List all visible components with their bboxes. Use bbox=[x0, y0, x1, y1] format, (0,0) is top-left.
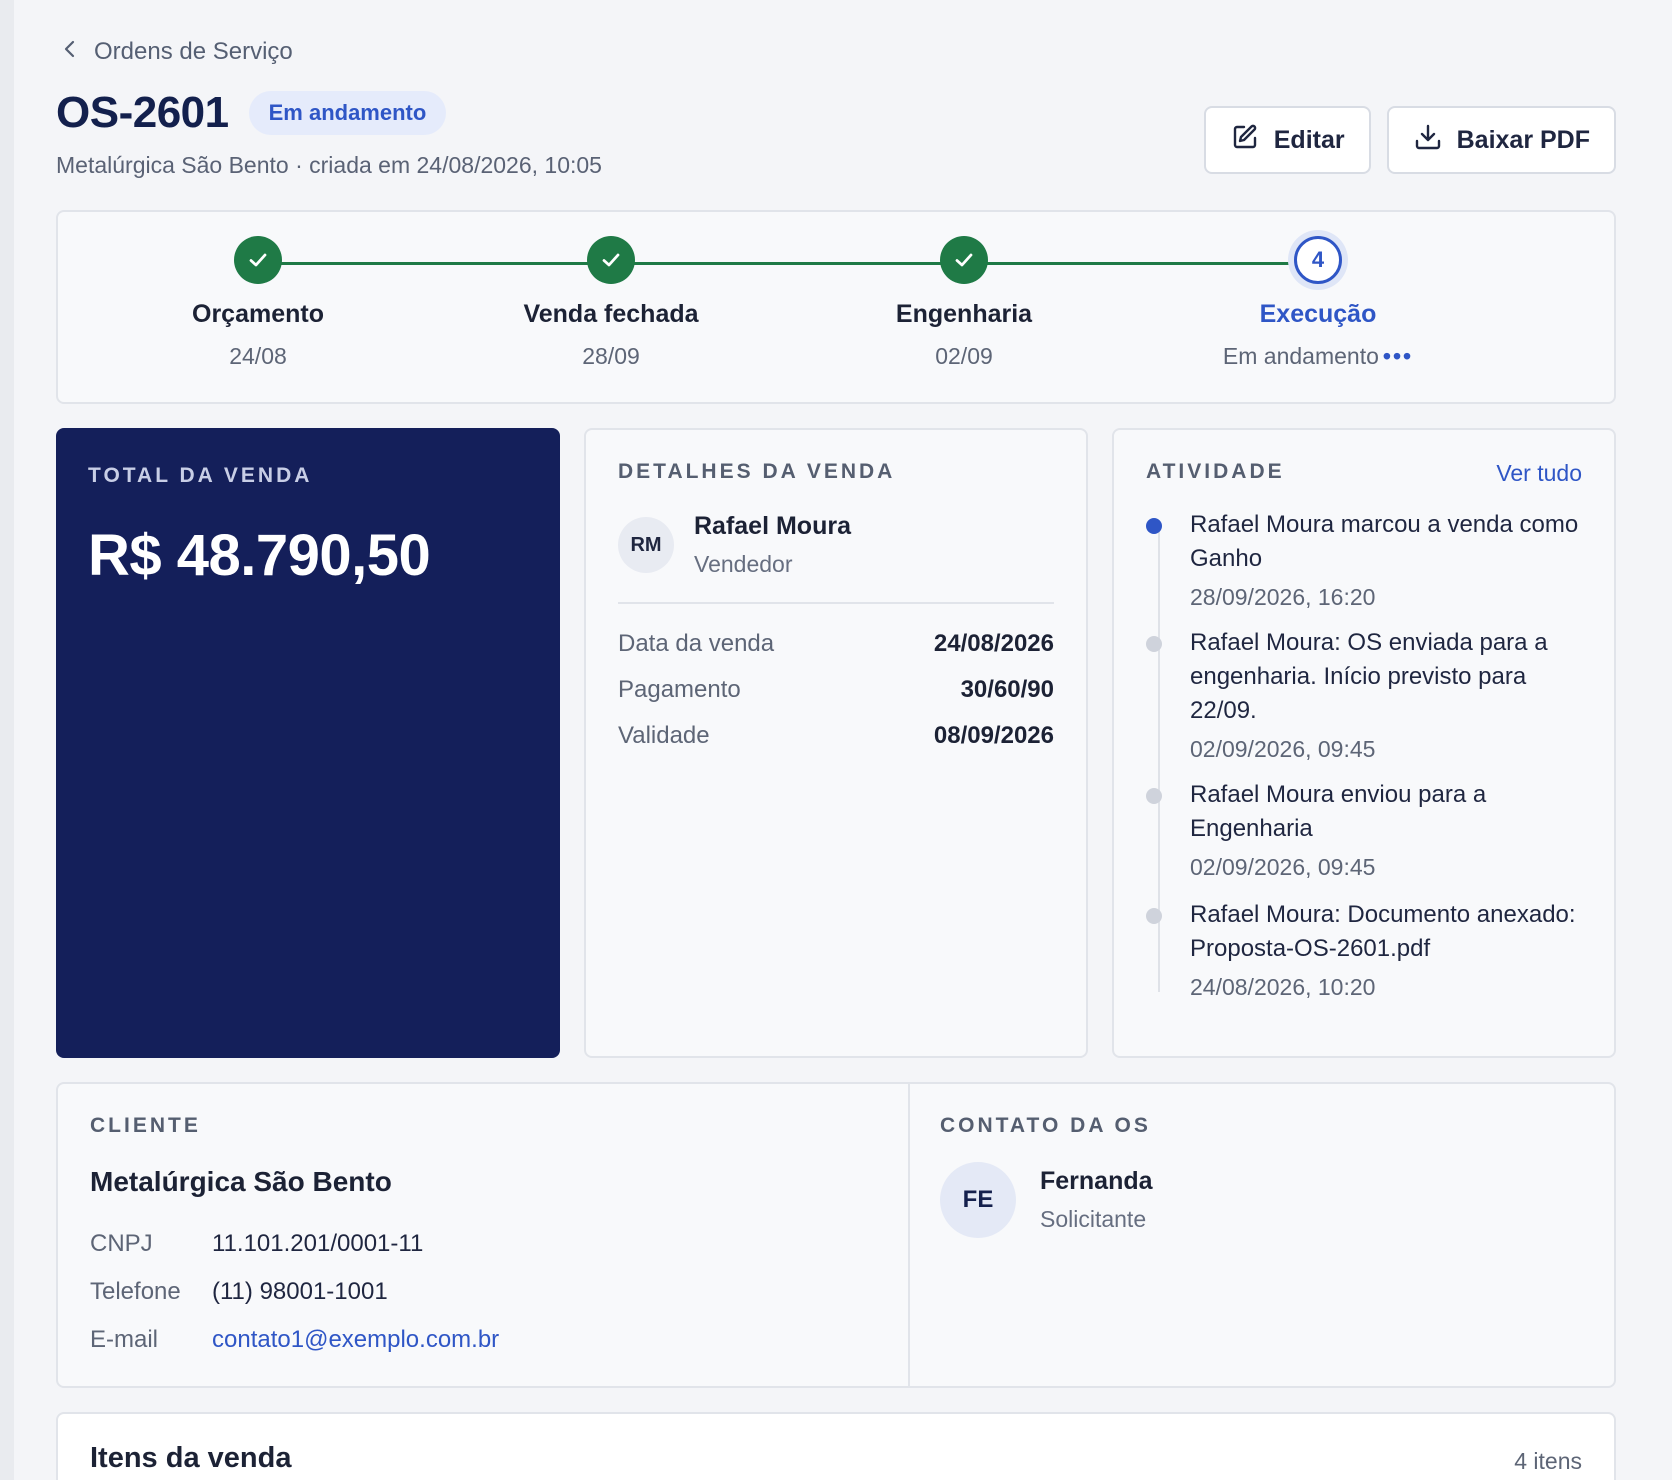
header-actions: Editar Baixar PDF bbox=[1203, 106, 1616, 174]
detail-row: Pagamento 30/60/90 bbox=[618, 676, 1054, 704]
edit-button-label: Editar bbox=[1273, 125, 1345, 154]
contact-name: Fernanda bbox=[1040, 1167, 1153, 1195]
status-badge: Em andamento bbox=[248, 91, 447, 135]
left-strip bbox=[0, 0, 14, 1480]
client-card: CLIENTE Metalúrgica São Bento CNPJ 11.10… bbox=[56, 1082, 1616, 1388]
page-title: OS-2601 bbox=[56, 88, 229, 137]
activity-item: Rafael Moura enviou para a Engenharia 02… bbox=[1146, 778, 1582, 881]
contact: FE Fernanda Solicitante bbox=[940, 1162, 1153, 1238]
check-icon bbox=[234, 236, 282, 284]
see-all-link[interactable]: Ver tudo bbox=[1496, 460, 1582, 487]
detail-key: Validade bbox=[618, 722, 710, 749]
activity-text: Rafael Moura enviou para a Engenharia bbox=[1190, 781, 1487, 842]
edit-button[interactable]: Editar bbox=[1203, 106, 1371, 174]
client-key: Telefone bbox=[90, 1278, 181, 1305]
section-label: ATIVIDADE bbox=[1146, 460, 1285, 483]
activity-item: Rafael Moura: Documento anexado: Propost… bbox=[1146, 898, 1582, 1001]
activity-item: Rafael Moura marcou a venda como Ganho 2… bbox=[1146, 508, 1582, 611]
client-value: (11) 98001-1001 bbox=[212, 1278, 388, 1305]
client-row: CNPJ 11.101.201/0001-11 bbox=[90, 1230, 423, 1258]
step-label: Engenharia bbox=[895, 300, 1033, 328]
breadcrumb-label: Ordens de Serviço bbox=[94, 38, 293, 65]
sale-details-card: DETALHES DA VENDA RM Rafael Moura Vended… bbox=[584, 428, 1088, 1058]
step-date: 24/08 bbox=[229, 343, 287, 369]
timeline-dot bbox=[1146, 518, 1162, 534]
section-label: CLIENTE bbox=[90, 1114, 201, 1137]
activity-time: 02/09/2026, 09:45 bbox=[1190, 736, 1376, 762]
activity-time: 02/09/2026, 09:45 bbox=[1190, 854, 1376, 880]
section-label: DETALHES DA VENDA bbox=[618, 460, 896, 483]
check-icon bbox=[587, 236, 635, 284]
step-label: Venda fechada bbox=[523, 300, 699, 328]
client-key: CNPJ bbox=[90, 1230, 153, 1257]
timeline-dot bbox=[1146, 788, 1162, 804]
download-pdf-button[interactable]: Baixar PDF bbox=[1386, 106, 1616, 174]
step-date: Em andamento bbox=[1222, 343, 1379, 369]
total-label: TOTAL DA VENDA bbox=[88, 464, 313, 487]
page-subtitle: Metalúrgica São Bento · criada em 24/08/… bbox=[56, 152, 602, 178]
activity-card: ATIVIDADE Ver tudo Rafael Moura marcou a… bbox=[1112, 428, 1616, 1058]
seller-name: Rafael Moura bbox=[694, 512, 851, 540]
detail-value: 08/09/2026 bbox=[933, 722, 1054, 749]
client-key: E-mail bbox=[90, 1326, 159, 1353]
detail-row: Data da venda 24/08/2026 bbox=[618, 630, 1054, 658]
step-engenharia: Engenharia 02/09 bbox=[814, 236, 1114, 370]
total-card: TOTAL DA VENDA R$ 48.790,50 bbox=[56, 428, 560, 1058]
step-execucao: 4 Execução Em andamento ••• bbox=[1168, 236, 1468, 370]
client-name: Metalúrgica São Bento bbox=[90, 1166, 392, 1197]
divider bbox=[618, 602, 1054, 604]
detail-row: Validade 08/09/2026 bbox=[618, 722, 1054, 750]
activity-text: Rafael Moura marcou a venda como Ganho bbox=[1190, 511, 1579, 572]
email-link[interactable]: contato1@exemplo.com.br bbox=[212, 1326, 499, 1354]
client-value: 11.101.201/0001-11 bbox=[212, 1230, 424, 1257]
contact-role: Solicitante bbox=[1040, 1206, 1147, 1232]
detail-value: 30/60/90 bbox=[960, 676, 1054, 703]
title-row: OS-2601 Em andamento bbox=[56, 88, 447, 138]
step-number: 4 bbox=[1294, 236, 1342, 284]
detail-key: Data da venda bbox=[618, 630, 775, 657]
items-card: Itens da venda 4 itens bbox=[56, 1412, 1616, 1480]
detail-key: Pagamento bbox=[618, 676, 741, 703]
activity-time: 28/09/2026, 16:20 bbox=[1190, 584, 1376, 610]
step-date-row: Em andamento ••• bbox=[1168, 343, 1468, 370]
step-label: Orçamento bbox=[192, 300, 324, 328]
avatar: RM bbox=[618, 517, 674, 573]
edit-icon bbox=[1230, 122, 1260, 159]
activity-text: Rafael Moura: Documento anexado: Propost… bbox=[1190, 901, 1576, 962]
section-label: CONTATO DA OS bbox=[940, 1114, 1151, 1137]
timeline-dot bbox=[1146, 908, 1162, 924]
client-row: E-mail contato1@exemplo.com.br bbox=[90, 1326, 499, 1354]
download-icon bbox=[1413, 122, 1443, 159]
progress-stepper: Orçamento 24/08 Venda fechada 28/09 Enge… bbox=[56, 210, 1616, 404]
total-value: R$ 48.790,50 bbox=[88, 523, 431, 588]
timeline-dot bbox=[1146, 636, 1162, 652]
chevron-left-icon bbox=[60, 38, 80, 66]
activity-text: Rafael Moura: OS enviada para a engenhar… bbox=[1190, 629, 1548, 724]
stepper-line bbox=[258, 262, 1318, 265]
avatar: FE bbox=[940, 1162, 1016, 1238]
step-label: Execução bbox=[1259, 300, 1377, 328]
items-count: 4 itens bbox=[1514, 1448, 1582, 1474]
check-icon bbox=[940, 236, 988, 284]
items-title: Itens da venda bbox=[90, 1442, 292, 1474]
client-row: Telefone (11) 98001-1001 bbox=[90, 1278, 388, 1306]
step-orcamento: Orçamento 24/08 bbox=[108, 236, 408, 370]
breadcrumb-back[interactable]: Ordens de Serviço bbox=[60, 36, 293, 68]
detail-value: 24/08/2026 bbox=[933, 630, 1054, 657]
seller: RM Rafael Moura Vendedor bbox=[618, 512, 851, 578]
page: Ordens de Serviço OS-2601 Em andamento M… bbox=[0, 0, 1672, 1480]
download-pdf-label: Baixar PDF bbox=[1456, 125, 1590, 154]
step-date: 02/09 bbox=[935, 343, 993, 369]
step-date: 28/09 bbox=[582, 343, 640, 369]
activity-time: 24/08/2026, 10:20 bbox=[1190, 974, 1376, 1000]
more-dots-icon: ••• bbox=[1382, 343, 1414, 369]
divider bbox=[908, 1084, 910, 1386]
seller-role: Vendedor bbox=[694, 551, 793, 577]
activity-item: Rafael Moura: OS enviada para a engenhar… bbox=[1146, 626, 1582, 763]
step-venda-fechada: Venda fechada 28/09 bbox=[461, 236, 761, 370]
